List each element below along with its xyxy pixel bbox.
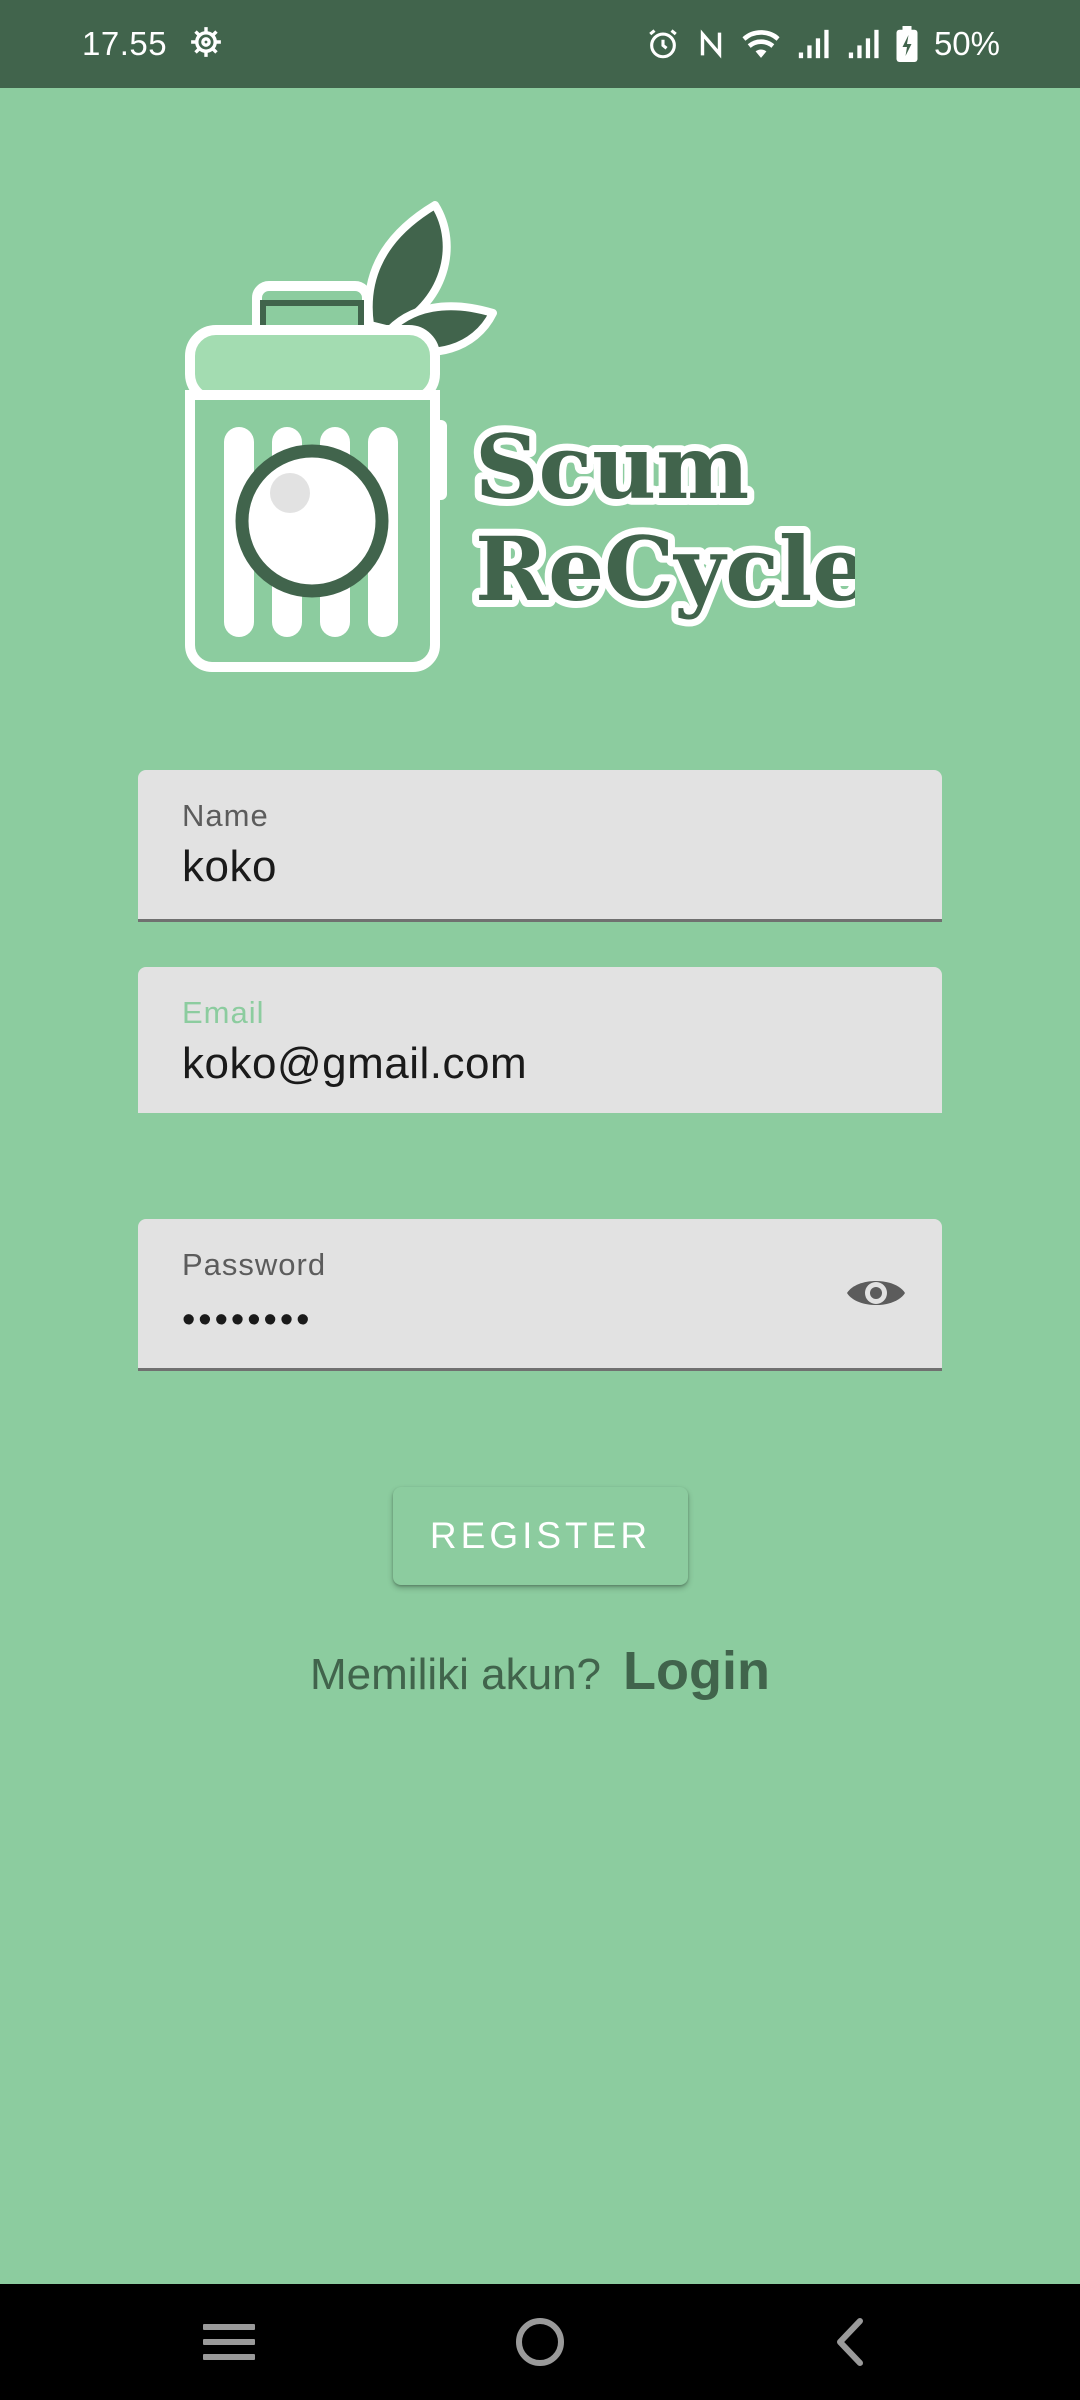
logo-text-line1-fill: Scum: [475, 415, 749, 519]
menu-icon[interactable]: [197, 2310, 261, 2374]
eye-icon[interactable]: [844, 1267, 908, 1319]
password-label: Password: [182, 1247, 327, 1282]
signal-icon: [846, 27, 880, 61]
status-time: 17.55: [82, 25, 168, 62]
email-field[interactable]: Email koko@gmail.com: [138, 967, 942, 1113]
logo-text-line2-fill: ReCycle: [475, 517, 855, 621]
app-logo: Scum Scum ReCycle ReCycle: [175, 195, 875, 685]
settings-icon: [189, 25, 223, 64]
alarm-icon: [646, 27, 680, 61]
battery-percent: 50%: [933, 25, 1000, 62]
email-input[interactable]: koko@gmail.com: [182, 1039, 527, 1089]
home-icon[interactable]: [508, 2310, 572, 2374]
have-account-text: Memiliki akun?: [310, 1650, 602, 1699]
name-field[interactable]: Name koko: [138, 770, 942, 922]
wifi-icon: [742, 27, 780, 61]
login-link[interactable]: Login: [623, 1640, 770, 1702]
signal-icon: [796, 27, 830, 61]
battery-charging-icon: [896, 26, 918, 62]
email-label: Email: [182, 995, 265, 1030]
nfc-icon: [696, 27, 726, 61]
login-row: Memiliki akun? Login: [0, 1640, 1080, 1702]
password-input[interactable]: ••••••••: [182, 1299, 312, 1342]
navigation-bar: [0, 2284, 1080, 2400]
status-bar: 17.55 50%: [0, 0, 1080, 88]
register-button[interactable]: REGISTER: [393, 1487, 688, 1585]
password-field[interactable]: Password ••••••••: [138, 1219, 942, 1371]
name-input[interactable]: koko: [182, 842, 277, 892]
back-icon[interactable]: [818, 2310, 882, 2374]
name-label: Name: [182, 798, 269, 833]
